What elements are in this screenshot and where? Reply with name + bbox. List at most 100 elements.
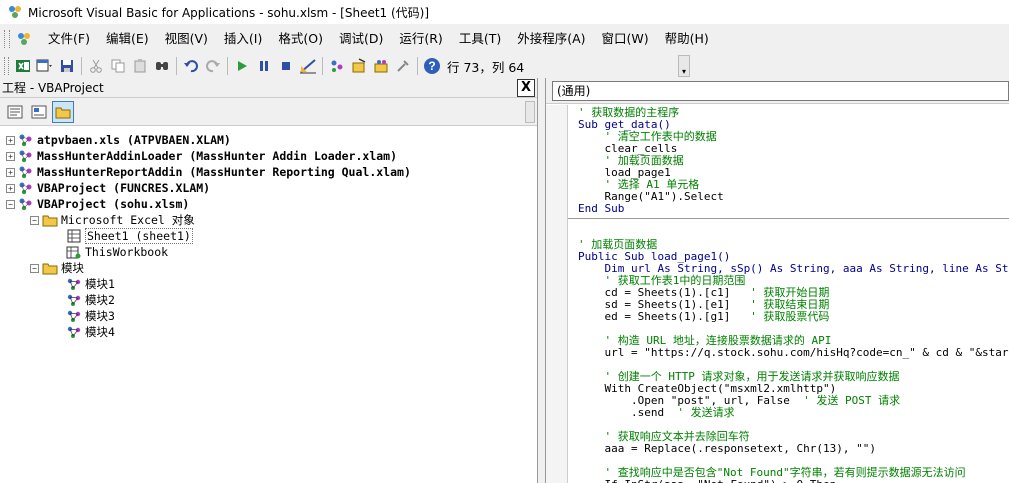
folder-icon xyxy=(42,213,58,227)
toolbar-separator xyxy=(322,57,323,75)
expand-icon[interactable]: + xyxy=(6,135,15,145)
stop-icon[interactable] xyxy=(275,55,297,77)
toggle-folders-icon[interactable] xyxy=(52,100,74,123)
undo-icon[interactable] xyxy=(180,55,202,77)
module-icon xyxy=(66,325,82,339)
menu-bar: 文件(F) 编辑(E) 视图(V) 插入(I) 格式(O) 调试(D) 运行(R… xyxy=(0,26,1009,52)
folder-icon xyxy=(42,261,58,275)
properties-window-icon[interactable] xyxy=(348,55,370,77)
code-comment: ' 发送 POST 请求 xyxy=(803,394,901,407)
project-explorer-toolbar xyxy=(0,98,537,126)
menu-view[interactable]: 视图(V) xyxy=(157,28,216,50)
collapse-icon[interactable]: − xyxy=(30,263,39,273)
project-explorer-title: 工程 - VBAProject xyxy=(2,81,104,95)
tree-item-label: 模块 xyxy=(61,261,84,275)
tree-item[interactable]: 模块3 xyxy=(0,308,537,324)
view-code-icon[interactable] xyxy=(4,101,26,123)
code-text: End Sub xyxy=(578,202,625,215)
tree-item-label: VBAProject (sohu.xlsm) xyxy=(37,197,190,211)
code-line[interactable]: If InStr(aaa, "Not Found") > 0 Then xyxy=(578,479,1009,483)
tree-item[interactable]: 模块2 xyxy=(0,292,537,308)
menu-run[interactable]: 运行(R) xyxy=(391,28,450,50)
run-icon[interactable] xyxy=(231,55,253,77)
menu-window[interactable]: 窗口(W) xyxy=(594,28,657,50)
save-icon[interactable] xyxy=(56,55,78,77)
code-window: (通用) ' 获取数据的主程序 Sub get_data() ' 清空工作表中的数… xyxy=(545,78,1009,483)
pane-tools-overflow[interactable] xyxy=(525,100,535,123)
toolbar-separator xyxy=(81,57,82,75)
object-dropdown[interactable]: (通用) xyxy=(552,80,1009,101)
design-mode-icon[interactable] xyxy=(297,55,319,77)
code-line[interactable]: aaa = Replace(.responsetext, Chr(13), ""… xyxy=(578,443,1009,455)
toolbar-grip[interactable] xyxy=(4,57,9,75)
code-line[interactable]: Range("A1").Select xyxy=(578,191,1009,203)
tree-item[interactable]: 模块1 xyxy=(0,276,537,292)
code-line[interactable]: url = "https://q.stock.sohu.com/hisHq?co… xyxy=(578,347,1009,359)
project-explorer-header: 工程 - VBAProject X xyxy=(0,78,537,98)
help-icon[interactable]: ? xyxy=(421,55,443,77)
menu-format[interactable]: 格式(O) xyxy=(270,28,331,50)
menu-edit[interactable]: 编辑(E) xyxy=(98,28,157,50)
tree-item-label: MassHunterReportAddin (MassHunter Report… xyxy=(37,165,411,179)
code-line[interactable]: End Sub xyxy=(578,203,1009,215)
breakpoint-margin[interactable] xyxy=(546,105,568,483)
tree-item[interactable]: Sheet1 (sheet1) xyxy=(0,228,537,244)
toolbar-separator xyxy=(417,57,418,75)
menu-addins[interactable]: 外接程序(A) xyxy=(509,28,593,50)
redo-icon[interactable] xyxy=(202,55,224,77)
tree-item[interactable]: + VBAProject (FUNCRES.XLAM) xyxy=(0,180,537,196)
menu-help[interactable]: 帮助(H) xyxy=(657,28,717,50)
pause-icon[interactable] xyxy=(253,55,275,77)
insert-userform-icon[interactable] xyxy=(34,55,56,77)
find-icon[interactable] xyxy=(151,55,173,77)
expand-icon[interactable]: + xyxy=(6,151,15,161)
code-text: aaa = Replace(.responsetext, Chr(13), ""… xyxy=(578,442,877,455)
code-comment: ' 发送请求 xyxy=(677,406,735,419)
object-browser-icon[interactable] xyxy=(370,55,392,77)
code-editor[interactable]: ' 获取数据的主程序 Sub get_data() ' 清空工作表中的数据 cle… xyxy=(546,105,1009,483)
tree-item-label: 模块4 xyxy=(85,325,115,339)
toolbox-icon[interactable] xyxy=(392,55,414,77)
code-line[interactable]: ed = Sheets(1).[g1] ' 获取股票代码 xyxy=(578,311,1009,323)
toolbar-separator xyxy=(176,57,177,75)
menu-file[interactable]: 文件(F) xyxy=(40,28,98,50)
view-object-icon[interactable] xyxy=(28,101,50,123)
copy-icon[interactable] xyxy=(107,55,129,77)
collapse-icon[interactable]: − xyxy=(30,215,39,225)
tree-item[interactable]: + MassHunterReportAddin (MassHunter Repor… xyxy=(0,164,537,180)
tree-item-label: ThisWorkbook xyxy=(85,245,169,259)
code-text: url = "https://q.stock.sohu.com/hisHq?co… xyxy=(578,346,1009,359)
code-window-header: (通用) xyxy=(546,78,1009,104)
vba-menu-icon[interactable] xyxy=(14,29,34,49)
menu-debug[interactable]: 调试(D) xyxy=(331,28,391,50)
vba-project-icon xyxy=(18,133,34,147)
standard-toolbar: ? 行 73，列 64 ▾ xyxy=(0,53,694,79)
tree-item[interactable]: − VBAProject (sohu.xlsm) xyxy=(0,196,537,212)
svg-text:?: ? xyxy=(428,59,435,73)
code-line[interactable]: .send ' 发送请求 xyxy=(578,407,1009,419)
expand-icon[interactable]: + xyxy=(6,167,15,177)
collapse-icon[interactable]: − xyxy=(6,199,15,209)
menu-tools[interactable]: 工具(T) xyxy=(451,28,509,50)
view-excel-icon[interactable] xyxy=(12,55,34,77)
code-line[interactable] xyxy=(578,215,1009,227)
tree-item-label: 模块2 xyxy=(85,293,115,307)
toolbar-separator xyxy=(227,57,228,75)
module-icon xyxy=(66,309,82,323)
tree-item[interactable]: + MassHunterAddinLoader (MassHunter Addin… xyxy=(0,148,537,164)
paste-icon[interactable] xyxy=(129,55,151,77)
project-explorer-icon[interactable] xyxy=(326,55,348,77)
tree-item[interactable]: + atpvbaen.xls (ATPVBAEN.XLAM) xyxy=(0,132,537,148)
title-bar: Microsoft Visual Basic for Applications … xyxy=(0,0,1009,24)
cut-icon[interactable] xyxy=(85,55,107,77)
code-lines[interactable]: ' 获取数据的主程序 Sub get_data() ' 清空工作表中的数据 cle… xyxy=(578,107,1009,483)
close-icon[interactable]: X xyxy=(517,78,535,97)
menubar-grip[interactable] xyxy=(4,30,10,48)
expand-icon[interactable]: + xyxy=(6,183,15,193)
tree-item[interactable]: − 模块 xyxy=(0,260,537,276)
tree-item[interactable]: − Microsoft Excel 对象 xyxy=(0,212,537,228)
menu-insert[interactable]: 插入(I) xyxy=(216,28,270,50)
toolbar-overflow-button[interactable]: ▾ xyxy=(678,55,690,77)
tree-item[interactable]: 模块4 xyxy=(0,324,537,340)
tree-item[interactable]: ThisWorkbook xyxy=(0,244,537,260)
